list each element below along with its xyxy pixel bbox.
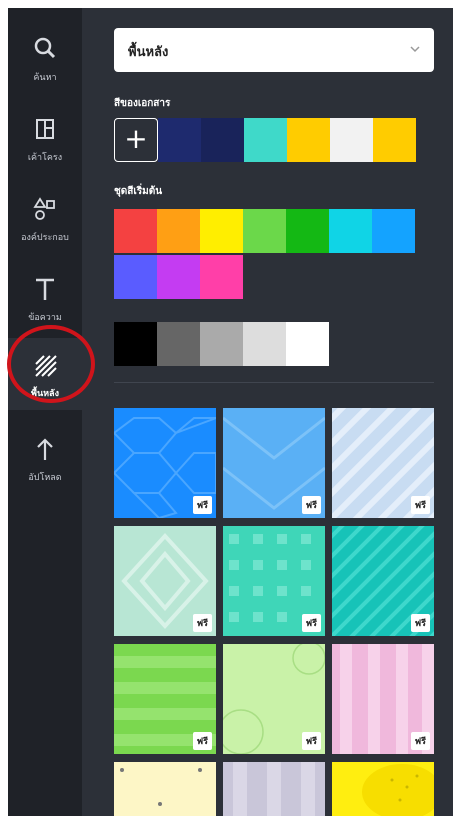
background-tile[interactable]: ฟรี bbox=[332, 644, 434, 754]
color-swatch[interactable] bbox=[201, 118, 244, 162]
background-tile[interactable]: ฟรี bbox=[114, 526, 216, 636]
sidebar-item-label: องค์ประกอบ bbox=[21, 233, 69, 243]
search-icon bbox=[34, 37, 56, 59]
background-tile[interactable]: ฟรี bbox=[332, 526, 434, 636]
sidebar-item-label: พื้นหลัง bbox=[31, 389, 59, 399]
free-badge: ฟรี bbox=[301, 732, 321, 750]
text-icon bbox=[36, 278, 54, 300]
add-color-button[interactable]: + bbox=[114, 118, 158, 162]
yellow-lemon-pattern bbox=[332, 762, 434, 816]
free-badge: ฟรี bbox=[192, 732, 212, 750]
document-colors-title: สีของเอกสาร bbox=[114, 98, 171, 109]
color-swatch[interactable] bbox=[286, 209, 329, 253]
free-badge: ฟรี bbox=[410, 496, 430, 514]
color-swatch[interactable] bbox=[200, 209, 243, 253]
cream-dots-pattern bbox=[114, 762, 216, 816]
sidebar-item-label: ค้นหา bbox=[33, 73, 57, 83]
divider bbox=[114, 382, 434, 383]
sidebar-item-search[interactable]: ค้นหา bbox=[8, 22, 82, 94]
color-swatch[interactable] bbox=[157, 255, 200, 299]
color-swatch[interactable] bbox=[157, 322, 200, 366]
color-swatch[interactable] bbox=[244, 118, 287, 162]
layout-icon bbox=[36, 119, 54, 139]
color-swatch[interactable] bbox=[114, 209, 157, 253]
background-panel: พื้นหลัง สีของเอกสาร + ชุดสีเริ่มต้น ฟรี bbox=[82, 8, 453, 816]
background-icon bbox=[35, 355, 57, 377]
background-tile[interactable] bbox=[332, 762, 434, 816]
sidebar-item-upload[interactable]: อัปโหลด bbox=[8, 422, 82, 494]
color-swatch[interactable] bbox=[329, 209, 372, 253]
dropdown-value: พื้นหลัง bbox=[128, 45, 169, 60]
color-swatch[interactable] bbox=[200, 255, 243, 299]
color-swatch[interactable] bbox=[286, 322, 329, 366]
background-tile[interactable]: ฟรี bbox=[114, 644, 216, 754]
background-tile[interactable]: ฟรี bbox=[223, 644, 325, 754]
color-swatch[interactable] bbox=[330, 118, 373, 162]
color-swatch[interactable] bbox=[373, 118, 416, 162]
background-type-dropdown[interactable]: พื้นหลัง bbox=[114, 28, 434, 72]
color-swatch[interactable] bbox=[157, 209, 200, 253]
color-swatch[interactable] bbox=[114, 255, 157, 299]
chevron-down-icon bbox=[410, 46, 420, 53]
sidebar-item-background[interactable]: พื้นหลัง bbox=[8, 338, 82, 410]
background-tile[interactable]: ฟรี bbox=[114, 408, 216, 518]
free-badge: ฟรี bbox=[192, 614, 212, 632]
color-swatch[interactable] bbox=[114, 322, 157, 366]
sidebar-item-layout[interactable]: เค้าโครง bbox=[8, 102, 82, 174]
default-colors-title: ชุดสีเริ่มต้น bbox=[114, 186, 163, 197]
color-swatch[interactable] bbox=[158, 118, 201, 162]
background-tile[interactable]: ฟรี bbox=[223, 408, 325, 518]
sidebar-item-label: อัปโหลด bbox=[28, 473, 62, 483]
color-swatch[interactable] bbox=[243, 209, 286, 253]
free-badge: ฟรี bbox=[301, 614, 321, 632]
color-swatch[interactable] bbox=[287, 118, 330, 162]
free-badge: ฟรี bbox=[301, 496, 321, 514]
free-badge: ฟรี bbox=[410, 614, 430, 632]
upload-icon bbox=[37, 438, 53, 460]
sidebar-item-text[interactable]: ข้อความ bbox=[8, 262, 82, 334]
sidebar-item-label: ข้อความ bbox=[28, 313, 62, 323]
background-tile[interactable] bbox=[114, 762, 216, 816]
background-tile[interactable] bbox=[223, 762, 325, 816]
elements-icon bbox=[33, 197, 55, 220]
color-swatch[interactable] bbox=[243, 322, 286, 366]
free-badge: ฟรี bbox=[410, 732, 430, 750]
sidebar-item-elements[interactable]: องค์ประกอบ bbox=[8, 182, 82, 254]
free-badge: ฟรี bbox=[192, 496, 212, 514]
sidebar-item-label: เค้าโครง bbox=[27, 153, 63, 163]
color-swatch[interactable] bbox=[372, 209, 415, 253]
sidebar: ค้นหา เค้าโครง องค์ประกอบ ข้อความ พื้นหล… bbox=[8, 8, 82, 816]
color-swatch[interactable] bbox=[200, 322, 243, 366]
background-tile[interactable]: ฟรี bbox=[223, 526, 325, 636]
lavender-stripes-pattern bbox=[223, 762, 325, 816]
background-tile[interactable]: ฟรี bbox=[332, 408, 434, 518]
